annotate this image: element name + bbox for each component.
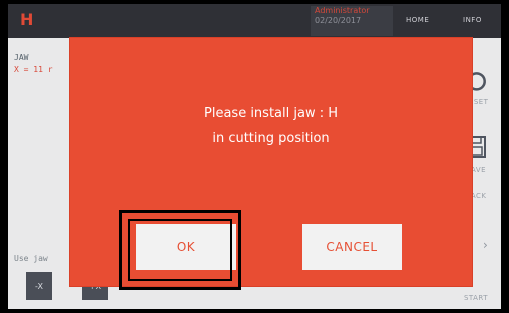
ok-highlight-inner-frame (128, 219, 232, 281)
jaw-label: JAW (14, 53, 29, 62)
dialog-message-line2: in cutting position (212, 131, 330, 146)
tab-home[interactable]: HOME (406, 16, 429, 24)
top-bar: H Administrator 02/20/2017 HOME INFO (8, 4, 501, 38)
use-jaw-hint: Use jaw (14, 254, 48, 263)
ok-highlight-frame (119, 210, 241, 290)
cancel-button[interactable]: CANCEL (302, 224, 402, 270)
current-date: 02/20/2017 (315, 16, 362, 25)
brand-logo: H (20, 10, 34, 29)
jaw-info: JAW X = 11 r (14, 52, 53, 76)
start-label[interactable]: START (451, 294, 501, 302)
chevron-right-icon[interactable]: › (483, 238, 488, 252)
minus-x-button[interactable]: -X (26, 272, 52, 300)
tab-info[interactable]: INFO (463, 16, 482, 24)
dialog-message-line1: Please install jaw : H (204, 106, 338, 121)
user-name: Administrator (315, 6, 370, 15)
jaw-position-value: X = 11 r (14, 65, 53, 74)
machine-screen: H Administrator 02/20/2017 HOME INFO JAW… (8, 4, 501, 309)
user-info: Administrator 02/20/2017 (311, 6, 393, 36)
